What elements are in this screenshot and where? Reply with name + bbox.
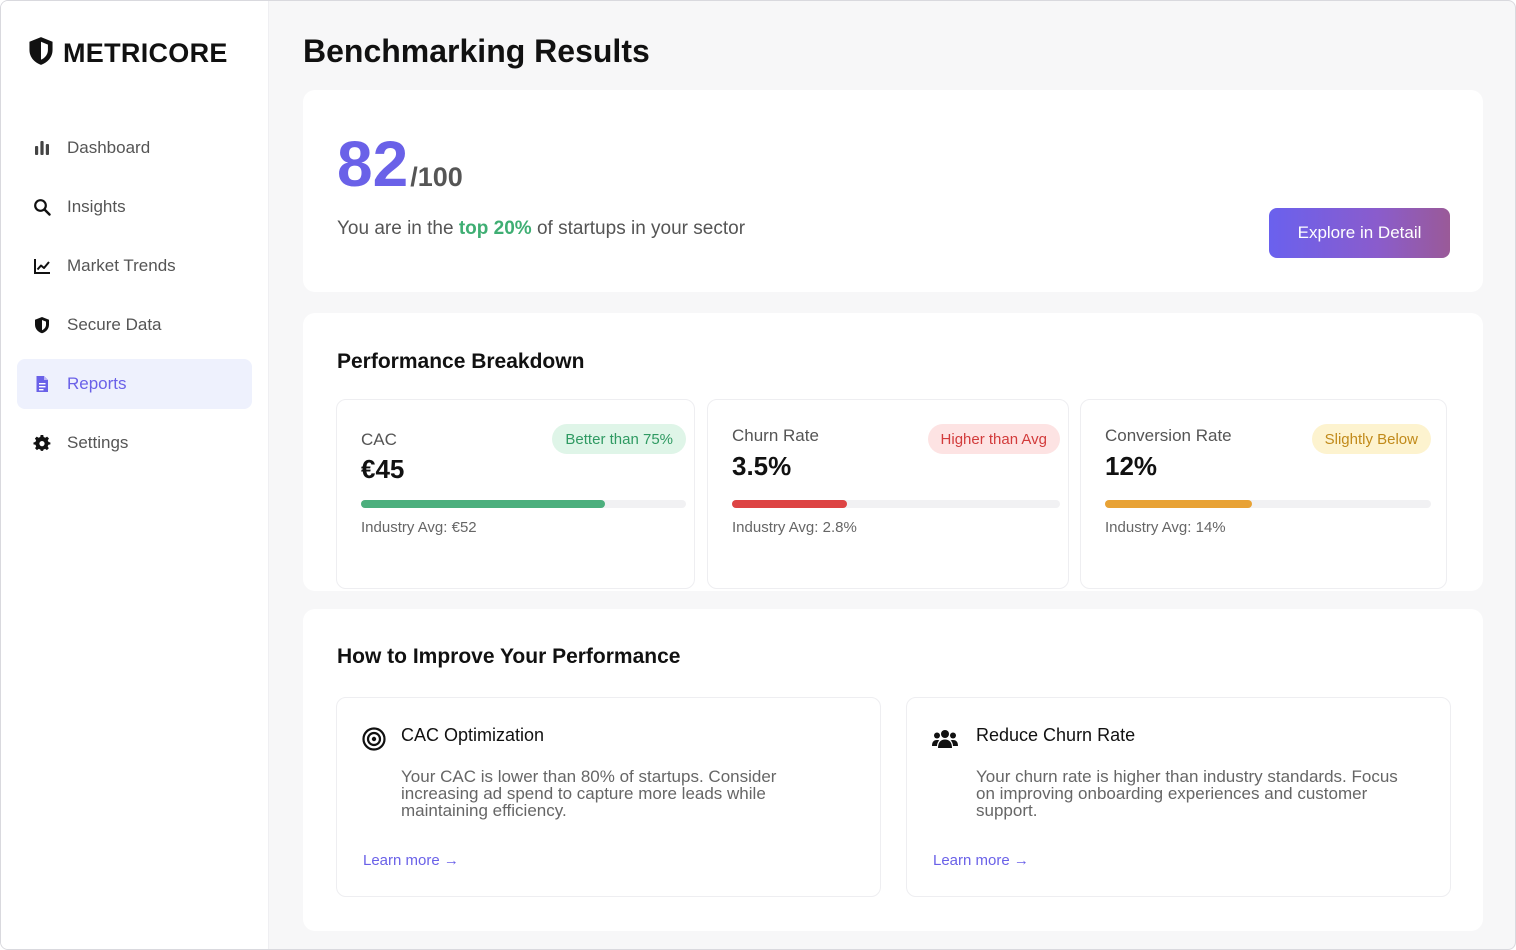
- score-max: /100: [410, 162, 463, 192]
- sidebar-item-label: Insights: [67, 197, 126, 216]
- shield-icon: [31, 314, 53, 336]
- sidebar-item-insights[interactable]: Insights: [17, 182, 252, 232]
- score-text-before: You are in the: [337, 218, 459, 239]
- brand[interactable]: METRICORE: [1, 33, 268, 73]
- tip-body: Your CAC is lower than 80% of startups. …: [401, 767, 777, 820]
- progress-track: [732, 500, 1060, 508]
- score-value: 82: [337, 128, 409, 200]
- sidebar-item-label: Secure Data: [67, 315, 162, 334]
- status-badge: Slightly Below: [1311, 424, 1431, 454]
- improve-performance-card: How to Improve Your Performance CAC Opti…: [303, 609, 1483, 931]
- bar-chart-icon: [31, 137, 53, 159]
- shield-logo-icon: [27, 36, 55, 71]
- progress-fill: [361, 500, 605, 508]
- metric-label: CAC: [361, 430, 397, 449]
- metric-label: Conversion Rate: [1105, 426, 1232, 445]
- metric-value: 12%: [1105, 451, 1158, 481]
- status-badge: Better than 75%: [552, 424, 686, 454]
- performance-breakdown-card: Performance Breakdown CAC €45 Better tha…: [303, 313, 1483, 591]
- tip-card-cac-optimization: CAC Optimization Your CAC is lower than …: [336, 697, 881, 897]
- metric-card-conversion-rate: Conversion Rate 12% Slightly Below Indus…: [1080, 399, 1447, 589]
- sidebar-item-secure-data[interactable]: Secure Data: [17, 300, 252, 350]
- brand-name: METRICORE: [63, 37, 228, 68]
- sidebar-item-reports[interactable]: Reports: [17, 359, 252, 409]
- metric-card-churn-rate: Churn Rate 3.5% Higher than Avg Industry…: [707, 399, 1069, 589]
- gear-icon: [31, 432, 53, 454]
- sidebar-item-dashboard[interactable]: Dashboard: [17, 123, 252, 173]
- metric-card-cac: CAC €45 Better than 75% Industry Avg: €5…: [336, 399, 695, 589]
- explore-in-detail-button[interactable]: Explore in Detail: [1269, 208, 1450, 258]
- search-icon: [31, 196, 53, 218]
- app-window: METRICORE Dashboard Insights Market Tren…: [0, 0, 1516, 950]
- section-title: How to Improve Your Performance: [337, 645, 681, 668]
- score-text-after: of startups in your sector: [531, 218, 746, 239]
- tip-title: CAC Optimization: [401, 725, 545, 745]
- score-card: 82 /100 You are in the top 20% of startu…: [303, 90, 1483, 292]
- metric-label: Churn Rate: [732, 426, 819, 445]
- sidebar-item-label: Market Trends: [67, 256, 176, 275]
- learn-more-link[interactable]: Learn more →: [933, 852, 1029, 869]
- line-chart-icon: [31, 255, 53, 277]
- sidebar-nav: Dashboard Insights Market Trends Secure …: [1, 123, 268, 468]
- tip-body: Your churn rate is higher than industry …: [976, 767, 1398, 820]
- page-title: Benchmarking Results: [303, 33, 650, 69]
- industry-average: Industry Avg: €52: [361, 519, 477, 536]
- metric-value: €45: [361, 454, 405, 484]
- progress-track: [361, 500, 686, 508]
- learn-more-link[interactable]: Learn more →: [363, 852, 459, 869]
- users-icon: [931, 726, 958, 752]
- progress-fill: [1105, 500, 1252, 508]
- sidebar: METRICORE Dashboard Insights Market Tren…: [1, 1, 269, 949]
- sidebar-item-label: Settings: [67, 433, 129, 452]
- score: 82 /100: [337, 132, 463, 196]
- tip-title: Reduce Churn Rate: [976, 725, 1136, 745]
- sidebar-item-market-trends[interactable]: Market Trends: [17, 241, 252, 291]
- metric-value: 3.5%: [732, 451, 792, 481]
- progress-fill: [732, 500, 847, 508]
- document-icon: [31, 373, 53, 395]
- score-highlight: top 20%: [458, 218, 532, 239]
- score-summary: You are in the top 20% of startups in yo…: [337, 218, 745, 240]
- status-badge: Higher than Avg: [927, 424, 1060, 454]
- sidebar-item-label: Reports: [67, 374, 127, 393]
- section-title: Performance Breakdown: [337, 350, 585, 373]
- tip-card-reduce-churn-rate: Reduce Churn Rate Your churn rate is hig…: [906, 697, 1451, 897]
- sidebar-item-settings[interactable]: Settings: [17, 418, 252, 468]
- industry-average: Industry Avg: 2.8%: [732, 519, 857, 536]
- main-content: Benchmarking Results 82 /100 You are in …: [269, 1, 1515, 949]
- industry-average: Industry Avg: 14%: [1105, 519, 1226, 536]
- progress-track: [1105, 500, 1431, 508]
- target-icon: [361, 726, 387, 752]
- sidebar-item-label: Dashboard: [67, 138, 151, 157]
